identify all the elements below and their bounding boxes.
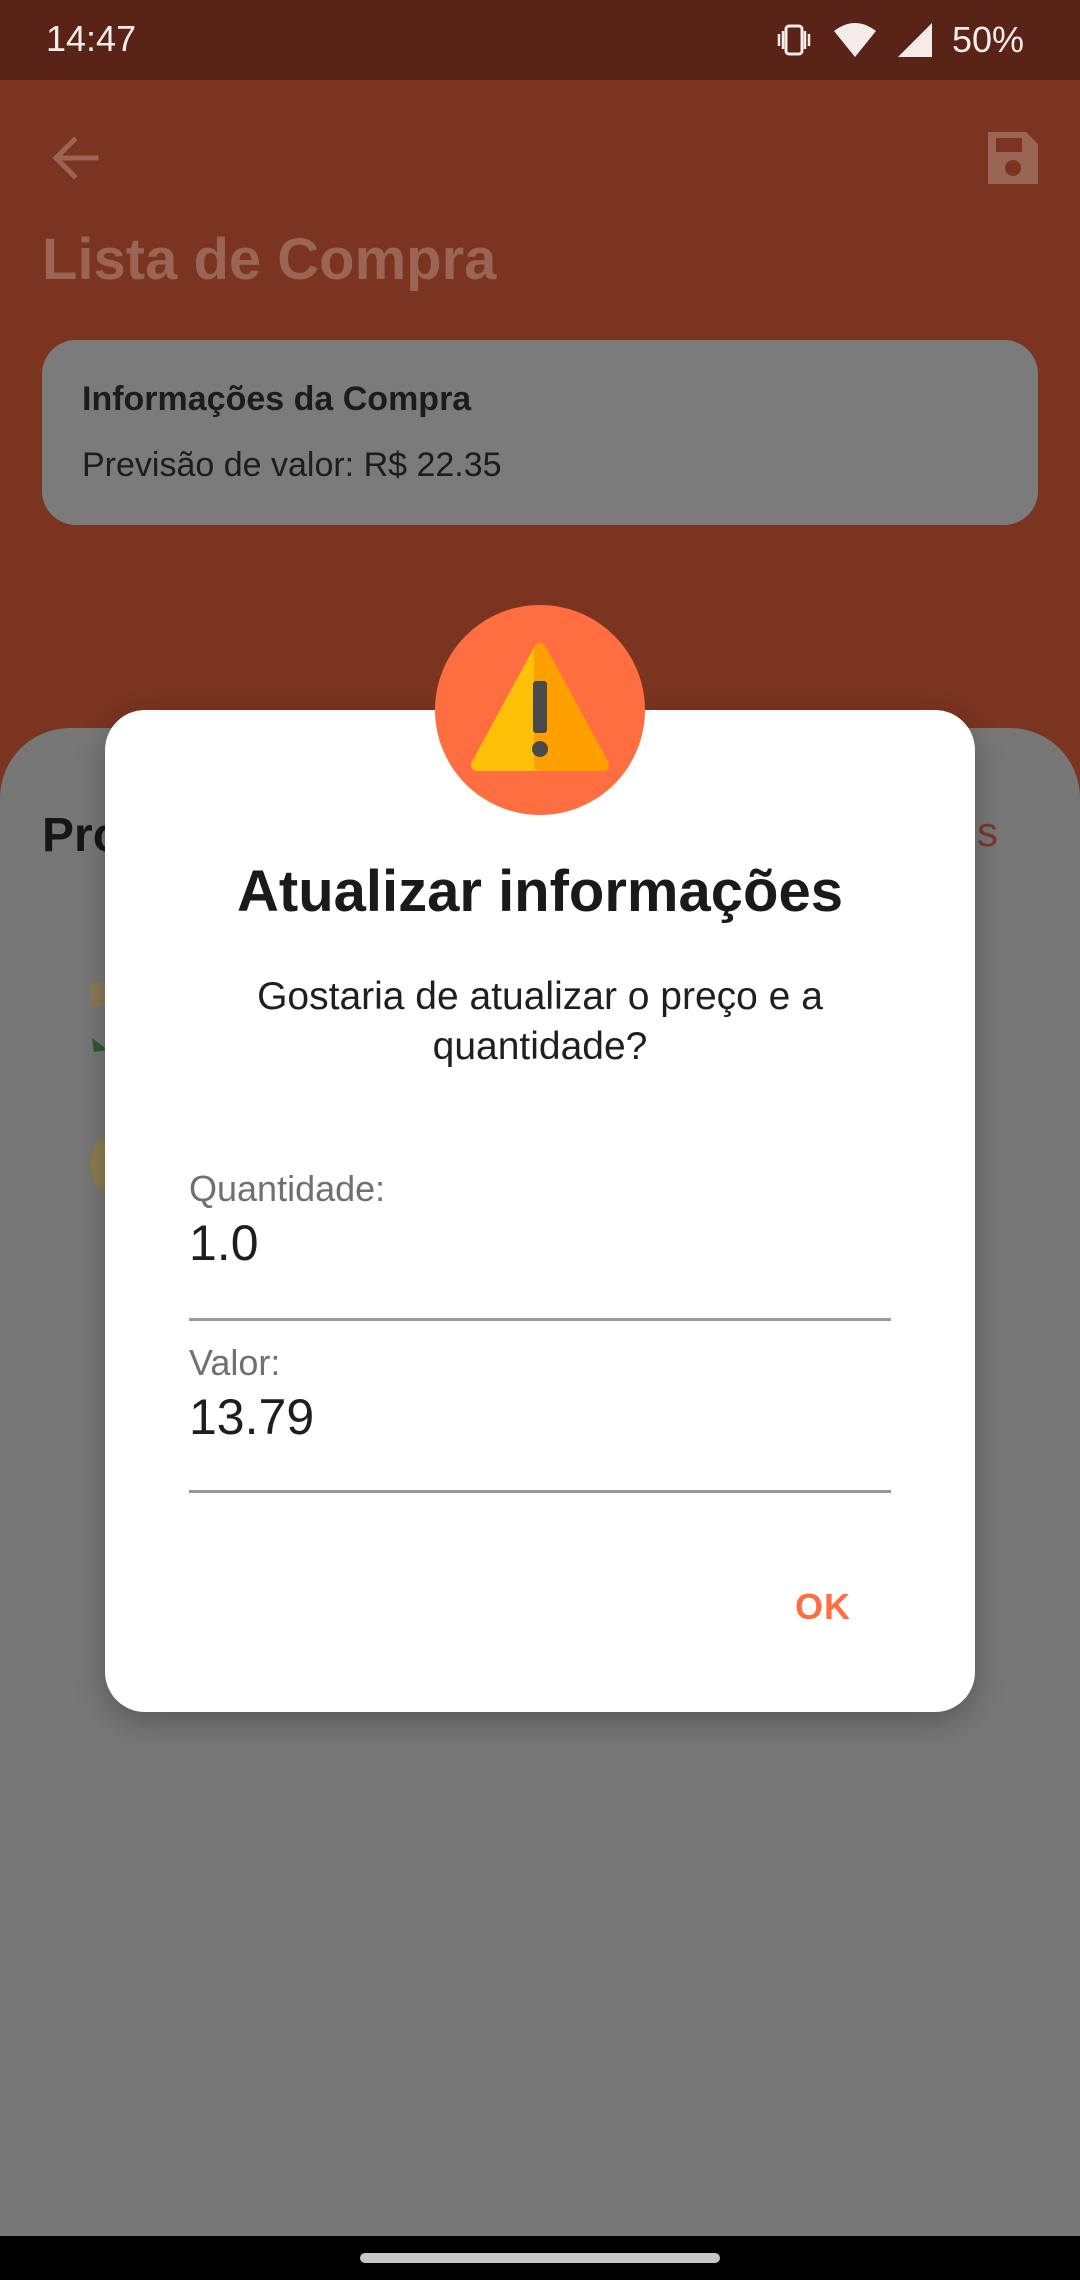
value-input[interactable]: 13.79	[189, 1388, 891, 1446]
save-button[interactable]	[976, 122, 1048, 194]
dialog-title: Atualizar informações	[237, 859, 843, 924]
page-title: Lista de Compra	[42, 227, 497, 292]
status-bar: 14:47 50%	[0, 0, 1080, 80]
update-info-dialog: Atualizar informações Gostaria de atuali…	[105, 710, 975, 1712]
warning-badge	[435, 605, 645, 815]
arrow-back-icon	[52, 136, 99, 180]
status-icons: 50%	[774, 18, 1024, 62]
purchase-info-title: Informações da Compra	[82, 380, 472, 418]
ok-button[interactable]: OK	[795, 1586, 851, 1628]
value-label: Valor:	[189, 1342, 281, 1383]
value-forecast: Previsão de valor: R$ 22.35	[82, 446, 502, 484]
products-action-link[interactable]: s	[977, 808, 998, 856]
signal-icon	[897, 23, 932, 57]
quantity-input[interactable]: 1.0	[189, 1214, 891, 1272]
battery-percent: 50%	[951, 19, 1024, 60]
back-button[interactable]	[40, 122, 112, 194]
purchase-info-card: Informações da Compra Previsão de valor:…	[42, 340, 1038, 525]
quantity-field[interactable]: Quantidade: 1.0	[189, 1168, 891, 1321]
wifi-icon	[833, 23, 876, 57]
home-indicator[interactable]	[360, 2253, 720, 2263]
dialog-message: Gostaria de atualizar o preço e a quanti…	[257, 975, 823, 1068]
vibrate-icon	[777, 24, 811, 56]
status-time: 14:47	[46, 18, 137, 59]
warning-icon	[471, 643, 609, 771]
value-field[interactable]: Valor: 13.79	[189, 1342, 891, 1493]
quantity-label: Quantidade:	[189, 1168, 386, 1209]
floppy-save-icon	[988, 132, 1038, 184]
